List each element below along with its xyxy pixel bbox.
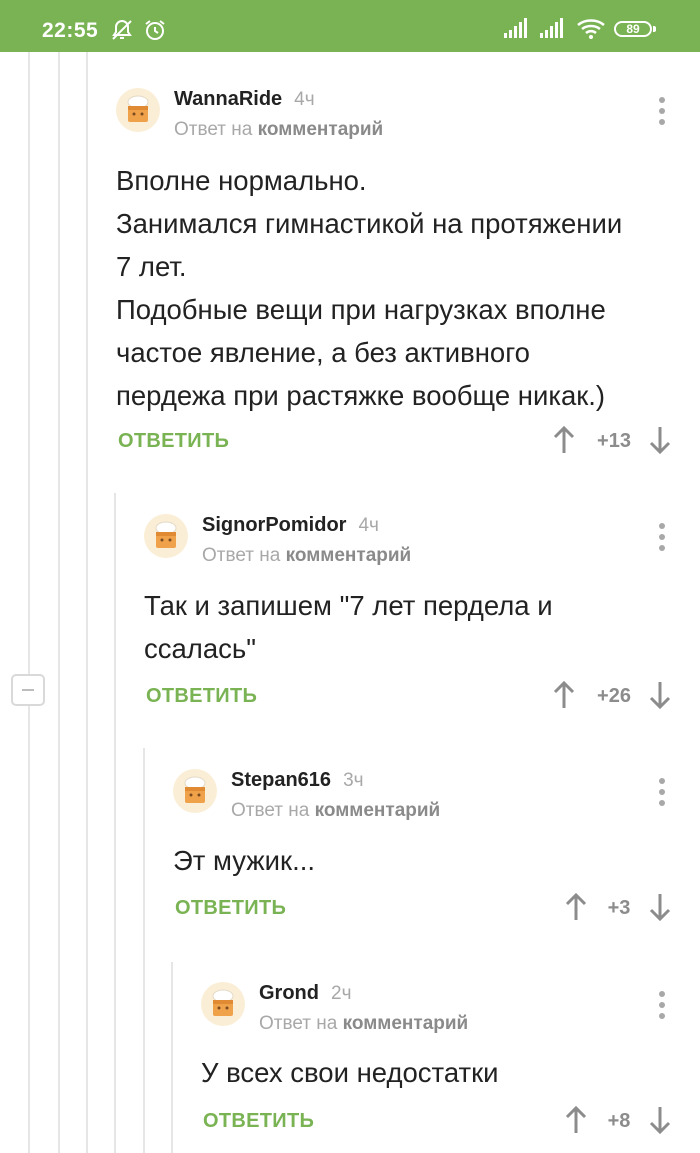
comment: Stepan616 3ч Ответ на комментарий Эт мужи…: [173, 769, 700, 929]
reply-to-prefix: Ответ на: [174, 119, 253, 140]
comment-time: 3ч: [343, 770, 364, 791]
text-line: ссалась": [144, 633, 256, 664]
comment-text: Так и запишем "7 лет пердела и ссалась": [144, 584, 553, 670]
comment-author[interactable]: Stepan616 3ч: [231, 769, 364, 792]
reply-to-info: Ответ на комментарий: [174, 119, 383, 141]
reply-button[interactable]: ОТВЕТИТЬ: [118, 430, 229, 453]
reply-to-link[interactable]: комментарий: [343, 1013, 469, 1034]
more-options-icon[interactable]: [657, 522, 667, 552]
vote-score: +26: [597, 685, 631, 707]
notifications-off-icon: [112, 19, 132, 40]
avatar: [144, 514, 188, 558]
battery-tip: [653, 26, 656, 32]
text-line: Подобные вещи при нагрузках вполне: [116, 294, 606, 325]
reply-to-prefix: Ответ на: [259, 1013, 338, 1034]
vote-score: +8: [607, 1110, 631, 1132]
status-bar: 22:55 89: [0, 0, 700, 52]
avatar: [173, 769, 217, 813]
reply-to-prefix: Ответ на: [202, 545, 281, 566]
reply-button[interactable]: ОТВЕТИТЬ: [146, 685, 257, 708]
comment-author[interactable]: WannaRide 4ч: [174, 88, 315, 111]
comment-time: 2ч: [331, 983, 352, 1004]
comment-time: 4ч: [294, 89, 315, 110]
alarm-icon: [145, 20, 165, 40]
text-line: частое явление, а без активного: [116, 337, 530, 368]
signal-icon: [540, 18, 563, 38]
reply-to-prefix: Ответ на: [231, 800, 310, 821]
reply-to-link[interactable]: комментарий: [258, 119, 384, 140]
thread-line: [28, 52, 30, 674]
author-name[interactable]: SignorPomidor: [202, 514, 346, 536]
more-options-icon[interactable]: [657, 96, 667, 126]
comment-text: Эт мужик...: [173, 839, 315, 882]
upvote-arrow-icon[interactable]: [553, 425, 575, 455]
upvote-arrow-icon[interactable]: [565, 892, 587, 922]
battery-icon: 89: [614, 21, 652, 37]
thread-line: [86, 52, 88, 1153]
reply-button[interactable]: ОТВЕТИТЬ: [175, 897, 286, 920]
comment-text: У всех свои недостатки: [201, 1051, 499, 1094]
reply-to-info: Ответ на комментарий: [202, 545, 411, 567]
downvote-arrow-icon[interactable]: [649, 680, 671, 710]
more-options-icon[interactable]: [657, 990, 667, 1020]
comment-author[interactable]: SignorPomidor 4ч: [202, 514, 379, 537]
thread-line: [143, 748, 145, 1153]
reply-button[interactable]: ОТВЕТИТЬ: [203, 1110, 314, 1133]
downvote-arrow-icon[interactable]: [649, 1105, 671, 1135]
signal-icon: [504, 18, 527, 38]
author-name[interactable]: WannaRide: [174, 88, 282, 110]
upvote-arrow-icon[interactable]: [553, 680, 575, 710]
author-name[interactable]: Grond: [259, 982, 319, 1004]
vote-score: +13: [597, 430, 631, 452]
collapse-thread-button[interactable]: [11, 674, 45, 706]
comment-author[interactable]: Grond 2ч: [259, 982, 351, 1005]
comment-text: Вполне нормально. Занимался гимнастикой …: [116, 159, 622, 417]
upvote-arrow-icon[interactable]: [565, 1105, 587, 1135]
text-line: Вполне нормально.: [116, 165, 367, 196]
thread-line: [114, 493, 116, 1153]
avatar: [116, 88, 160, 132]
thread-line: [28, 706, 30, 1153]
battery-level: 89: [626, 22, 640, 36]
reply-to-link[interactable]: комментарий: [315, 800, 441, 821]
reply-to-info: Ответ на комментарий: [259, 1013, 468, 1035]
text-line: Так и запишем "7 лет пердела и: [144, 590, 553, 621]
comment-time: 4ч: [358, 515, 379, 536]
comment: SignorPomidor 4ч Ответ на комментарий Так…: [144, 514, 700, 714]
text-line: У всех свои недостатки: [201, 1057, 499, 1088]
author-name[interactable]: Stepan616: [231, 769, 331, 791]
more-options-icon[interactable]: [657, 777, 667, 807]
text-line: пердежа при растяжке вообще никак.): [116, 380, 606, 411]
avatar: [201, 982, 245, 1026]
text-line: 7 лет.: [116, 251, 187, 282]
comment: WannaRide 4ч Ответ на комментарий Вполне …: [116, 88, 700, 468]
downvote-arrow-icon[interactable]: [649, 425, 671, 455]
thread-line: [58, 52, 60, 1153]
reply-to-link[interactable]: комментарий: [286, 545, 412, 566]
wifi-icon: [577, 19, 605, 39]
comment: Grond 2ч Ответ на комментарий У всех свои…: [201, 982, 700, 1153]
vote-score: +3: [607, 897, 631, 919]
downvote-arrow-icon[interactable]: [649, 892, 671, 922]
status-time: 22:55: [42, 19, 99, 42]
thread-line: [171, 962, 173, 1153]
text-line: Занимался гимнастикой на протяжении: [116, 208, 623, 239]
reply-to-info: Ответ на комментарий: [231, 800, 440, 822]
text-line: Эт мужик...: [173, 845, 315, 876]
